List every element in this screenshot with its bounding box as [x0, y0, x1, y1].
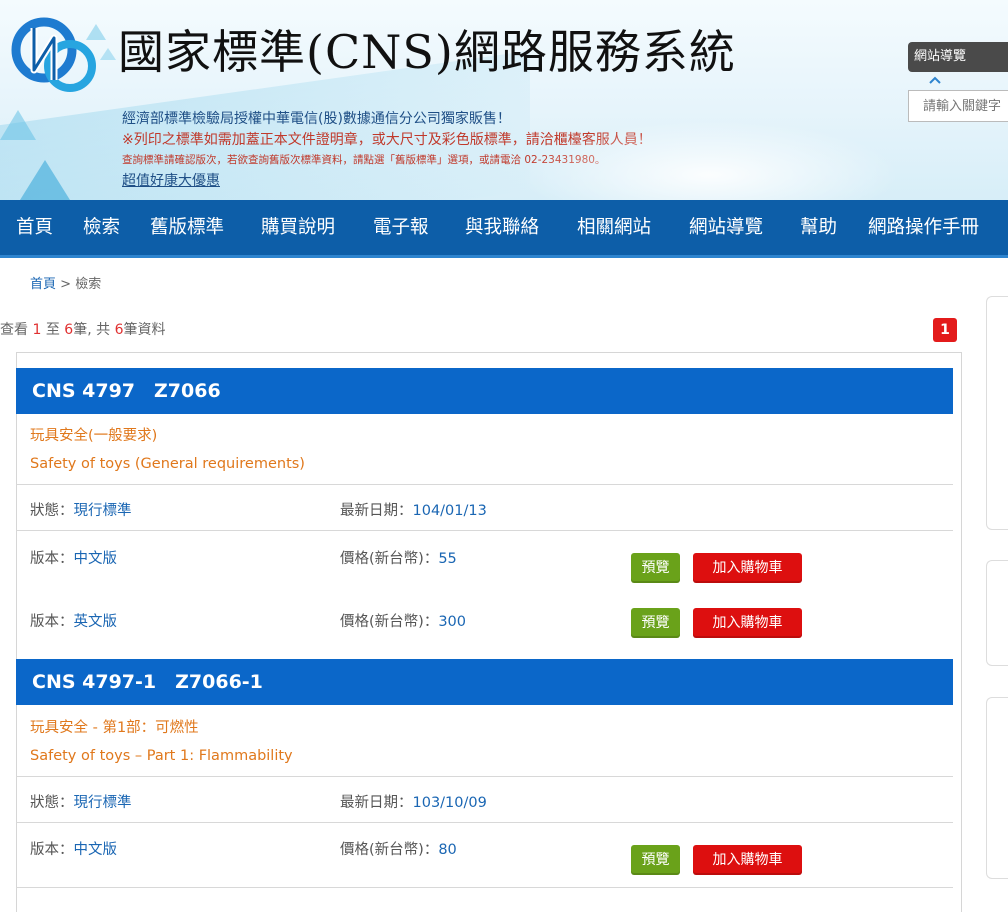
- summary-prefix: 查看: [0, 322, 28, 338]
- edition-label: 版本：: [30, 551, 74, 567]
- summary-to: 6: [64, 322, 74, 338]
- nav-help[interactable]: 幫助: [800, 200, 837, 255]
- nav-contact[interactable]: 與我聯絡: [465, 200, 539, 255]
- edition-label: 版本：: [30, 614, 74, 630]
- standard-title-zh[interactable]: 玩具安全 - 第1部：可燃性: [30, 716, 199, 737]
- promo-link[interactable]: 超值好康大優惠: [122, 170, 220, 190]
- edition-value: 英文版: [73, 614, 118, 630]
- standard-header: CNS 4797 Z7066: [16, 368, 953, 414]
- edition-row: 版本：中文版 價格(新台幣)：80 預覽 加入購物車: [16, 822, 953, 888]
- standard-code-link[interactable]: CNS 4797 Z7066: [32, 368, 221, 414]
- price-label: 價格(新台幣)：: [340, 842, 439, 858]
- price-value: 55: [438, 551, 457, 567]
- site-title: 國家標準(CNS)網路服務系統: [118, 25, 736, 79]
- breadcrumb-home[interactable]: 首頁: [30, 277, 56, 292]
- page-number-button[interactable]: 1: [933, 318, 957, 342]
- edition-row: 版本：英文版 價格(新台幣)：300 預覽 加入購物車: [16, 594, 953, 668]
- price-label: 價格(新台幣)：: [340, 614, 439, 630]
- breadcrumb-current: 檢索: [75, 277, 102, 292]
- breadcrumb: 首頁 > 檢索: [30, 273, 101, 292]
- standard-title-zh[interactable]: 玩具安全(一般要求): [30, 424, 157, 445]
- latest-date-label: 最新日期：: [340, 503, 413, 519]
- tagline-certification: ※列印之標準如需加蓋正本文件證明章，或大尺寸及彩色版標準，請洽櫃檯客服人員！: [122, 132, 652, 148]
- edition-row: 版本：中文版 價格(新台幣)：55 預覽 加入購物車: [16, 530, 953, 595]
- tagline-old-version: 查詢標準請確認版次，若欲查詢舊版次標準資料，請點選「舊版標準」選項，或請電洽 0…: [122, 154, 606, 166]
- standard-header: CNS 4797-1 Z7066-1: [16, 659, 953, 705]
- price-label: 價格(新台幣)：: [340, 551, 439, 567]
- result-summary: 查看 1 至 6筆, 共 6筆資料: [0, 319, 165, 339]
- preview-button[interactable]: 預覽: [631, 608, 680, 638]
- add-to-cart-button[interactable]: 加入購物車: [693, 845, 802, 875]
- site-header: 國家標準(CNS)網路服務系統 經濟部標準檢驗局授權中華電信(股)數據通信分公司…: [0, 0, 1008, 200]
- summary-from: 1: [32, 322, 42, 338]
- cns-logo-icon: [11, 17, 96, 92]
- standard-card: CNS 4797 Z7066 玩具安全(一般要求) Safety of toys…: [16, 368, 953, 668]
- nav-sitemap[interactable]: 網站導覽: [689, 200, 763, 255]
- nav-related-sites[interactable]: 相關網站: [577, 200, 651, 255]
- add-to-cart-button[interactable]: 加入購物車: [693, 608, 802, 638]
- breadcrumb-separator: >: [60, 277, 72, 292]
- nav-search[interactable]: 檢索: [83, 200, 120, 255]
- price-value: 80: [438, 842, 457, 858]
- summary-suffix: 筆資料: [123, 322, 166, 338]
- preview-button[interactable]: 預覽: [631, 845, 680, 875]
- chevron-up-icon: [929, 76, 941, 84]
- edition-label: 版本：: [30, 842, 74, 858]
- price-value: 300: [438, 614, 467, 630]
- standard-title-en[interactable]: Safety of toys (General requirements): [30, 456, 305, 472]
- latest-date-value: 104/01/13: [412, 503, 487, 519]
- standard-card: CNS 4797-1 Z7066-1 玩具安全 - 第1部：可燃性 Safety…: [16, 659, 953, 891]
- nav-newsletter[interactable]: 電子報: [373, 200, 429, 255]
- status-label: 狀態：: [30, 795, 74, 811]
- edition-value: 中文版: [73, 551, 118, 567]
- status-row: 狀態：現行標準 最新日期：103/10/09: [16, 776, 953, 823]
- status-value: 現行標準: [73, 503, 132, 519]
- edition-value: 中文版: [73, 842, 118, 858]
- summary-to-word: 至: [45, 322, 60, 338]
- side-panel: [986, 296, 1008, 530]
- main-nav: 首頁 檢索 舊版標準 購買說明 電子報 與我聯絡 相關網站 網站導覽 幫助 網路…: [0, 200, 1008, 258]
- status-row: 狀態：現行標準 最新日期：104/01/13: [16, 484, 953, 531]
- latest-date-value: 103/10/09: [412, 795, 487, 811]
- nav-old-standards[interactable]: 舊版標準: [150, 200, 224, 255]
- side-panel: [986, 560, 1008, 666]
- site-nav-button[interactable]: 網站導覽: [908, 42, 1008, 72]
- status-label: 狀態：: [30, 503, 74, 519]
- preview-button[interactable]: 預覽: [631, 553, 680, 583]
- nav-purchase-info[interactable]: 購買說明: [261, 200, 335, 255]
- summary-unit: 筆, 共: [73, 322, 111, 338]
- standard-title-en[interactable]: Safety of toys – Part 1: Flammability: [30, 748, 293, 764]
- standard-code-link[interactable]: CNS 4797-1 Z7066-1: [32, 659, 263, 705]
- side-panel: [986, 697, 1008, 879]
- nav-manual[interactable]: 網路操作手冊: [868, 200, 979, 255]
- nav-home[interactable]: 首頁: [16, 200, 53, 255]
- search-input[interactable]: [908, 90, 1008, 122]
- add-to-cart-button[interactable]: 加入購物車: [693, 553, 802, 583]
- status-value: 現行標準: [73, 795, 132, 811]
- tagline-license: 經濟部標準檢驗局授權中華電信(股)數據通信分公司獨家販售！: [122, 111, 511, 127]
- latest-date-label: 最新日期：: [340, 795, 413, 811]
